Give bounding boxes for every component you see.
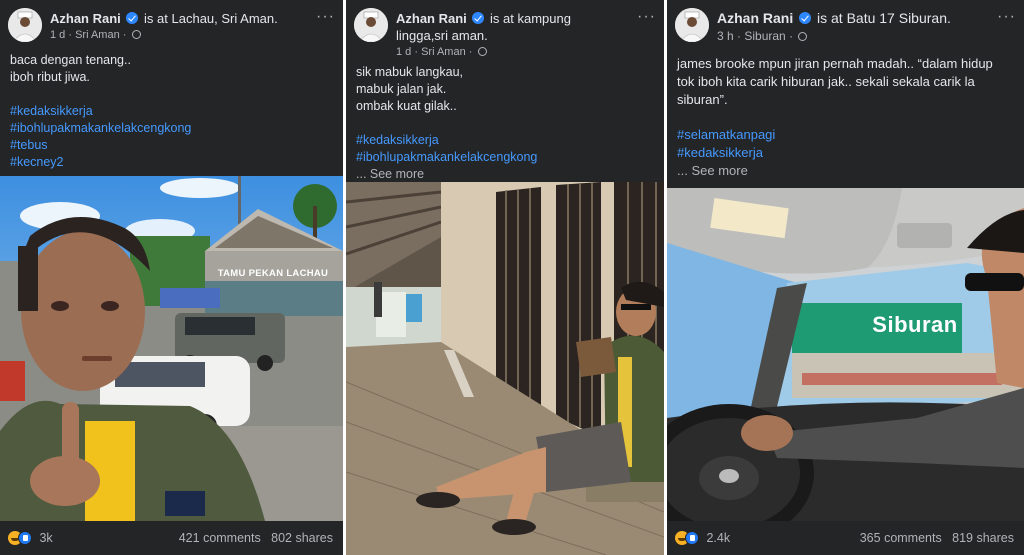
post-time[interactable]: 1 d bbox=[50, 29, 65, 41]
post-caption: james brooke mpun jiran pernah madah.. “… bbox=[677, 55, 1016, 180]
post-card-2: Azhan Rani is at kampung lingga,sri aman… bbox=[346, 0, 664, 555]
reaction-summary[interactable]: 3k bbox=[8, 530, 53, 545]
post-caption: baca dengan tenang.. iboh ribut jiwa. #k… bbox=[10, 52, 335, 171]
caption-line: iboh ribut jiwa. bbox=[10, 70, 90, 84]
see-more-link[interactable]: ... See more bbox=[677, 162, 1016, 180]
reaction-count: 3k bbox=[39, 530, 53, 545]
hashtag-link[interactable]: #tebus bbox=[10, 137, 335, 154]
more-options-icon[interactable]: ··· bbox=[316, 8, 335, 26]
caption-line: james brooke mpun jiran pernah madah.. “… bbox=[677, 56, 993, 71]
caption-line: sik mabuk langkau, bbox=[356, 65, 464, 79]
reaction-count: 2.4k bbox=[706, 530, 731, 545]
avatar[interactable] bbox=[8, 8, 42, 42]
post-meta: Azhan Rani is at kampung lingga,sri aman… bbox=[396, 11, 571, 58]
hashtag-link[interactable]: #kedaksikkerja bbox=[356, 132, 656, 149]
like-reaction-icon bbox=[685, 530, 699, 545]
caption-line: baca dengan tenang.. bbox=[10, 53, 131, 67]
globe-icon bbox=[477, 47, 487, 56]
hashtag-link[interactable]: #kedaksikkerja bbox=[10, 103, 335, 120]
avatar[interactable] bbox=[354, 8, 388, 42]
post-caption: sik mabuk langkau, mabuk jalan jak. omba… bbox=[356, 64, 656, 183]
siburan-sign: Siburan bbox=[872, 312, 958, 337]
like-reaction-icon bbox=[18, 530, 32, 545]
comments-count[interactable]: 365 comments bbox=[860, 531, 942, 545]
more-options-icon[interactable]: ··· bbox=[997, 8, 1016, 26]
verified-badge-icon bbox=[126, 12, 139, 24]
post-time[interactable]: 1 d bbox=[396, 46, 411, 58]
post-card-1: Azhan Rani is at Lachau, Sri Aman. 1 d ·… bbox=[0, 0, 343, 555]
post-header: Azhan Rani is at Batu 17 Siburan. 3 h · … bbox=[675, 8, 1016, 48]
hashtag-link[interactable]: #kedaksikkerja bbox=[677, 144, 1016, 162]
market-sign: TAMU PEKAN LACHAU bbox=[217, 268, 329, 279]
post-place[interactable]: Sri Aman bbox=[75, 29, 120, 41]
avatar[interactable] bbox=[675, 8, 709, 42]
post-header: Azhan Rani is at kampung lingga,sri aman… bbox=[354, 8, 656, 58]
post-photo[interactable]: TAMU PEKAN LACHAU bbox=[0, 176, 343, 521]
shares-count[interactable]: 819 shares bbox=[952, 531, 1014, 545]
author-name[interactable]: Azhan Rani bbox=[50, 11, 121, 26]
checkin-text[interactable]: is at Lachau, Sri Aman. bbox=[144, 11, 278, 26]
globe-icon bbox=[131, 30, 141, 39]
caption-line: siburan”. bbox=[677, 92, 728, 107]
post-time[interactable]: 3 h bbox=[717, 29, 734, 43]
engagement-stats: 365 comments 819 shares bbox=[860, 531, 1014, 545]
shares-count[interactable]: 802 shares bbox=[271, 531, 333, 545]
verified-badge-icon bbox=[799, 12, 812, 24]
reaction-summary[interactable]: 2.4k bbox=[675, 530, 730, 545]
post-photo[interactable]: Siburan bbox=[667, 188, 1024, 521]
post-card-3: Azhan Rani is at Batu 17 Siburan. 3 h · … bbox=[667, 0, 1024, 555]
checkin-text[interactable]: is at Batu 17 Siburan. bbox=[817, 10, 951, 26]
see-more-link[interactable]: ... See more bbox=[356, 166, 656, 183]
verified-badge-icon bbox=[472, 12, 485, 24]
post-place[interactable]: Siburan bbox=[744, 29, 785, 43]
author-name[interactable]: Azhan Rani bbox=[396, 11, 467, 26]
author-name[interactable]: Azhan Rani bbox=[717, 10, 793, 26]
comments-count[interactable]: 421 comments bbox=[179, 531, 261, 545]
post-meta: Azhan Rani is at Lachau, Sri Aman. 1 d ·… bbox=[50, 11, 278, 41]
hashtag-link[interactable]: #ibohlupakmakankelakcengkong bbox=[356, 149, 656, 166]
globe-icon bbox=[798, 32, 808, 41]
post-meta: Azhan Rani is at Batu 17 Siburan. 3 h · … bbox=[717, 10, 951, 43]
post-place[interactable]: Sri Aman bbox=[421, 46, 466, 58]
hashtag-link[interactable]: #kecney2 bbox=[10, 154, 335, 171]
caption-line: ombak kuat gilak.. bbox=[356, 99, 457, 113]
hashtag-link[interactable]: #ibohlupakmakankelakcengkong bbox=[10, 120, 335, 137]
caption-line: tok iboh kita carik hiburan jak.. sekali… bbox=[677, 74, 975, 89]
post-photo[interactable] bbox=[346, 182, 664, 555]
hashtag-link[interactable]: #selamatkanpagi bbox=[677, 126, 1016, 144]
post-footer: 3k 421 comments 802 shares bbox=[0, 521, 343, 555]
more-options-icon[interactable]: ··· bbox=[637, 8, 656, 26]
engagement-stats: 421 comments 802 shares bbox=[179, 531, 333, 545]
post-footer: 2.4k 365 comments 819 shares bbox=[667, 521, 1024, 555]
caption-line: mabuk jalan jak. bbox=[356, 82, 447, 96]
post-header: Azhan Rani is at Lachau, Sri Aman. 1 d ·… bbox=[8, 8, 335, 48]
